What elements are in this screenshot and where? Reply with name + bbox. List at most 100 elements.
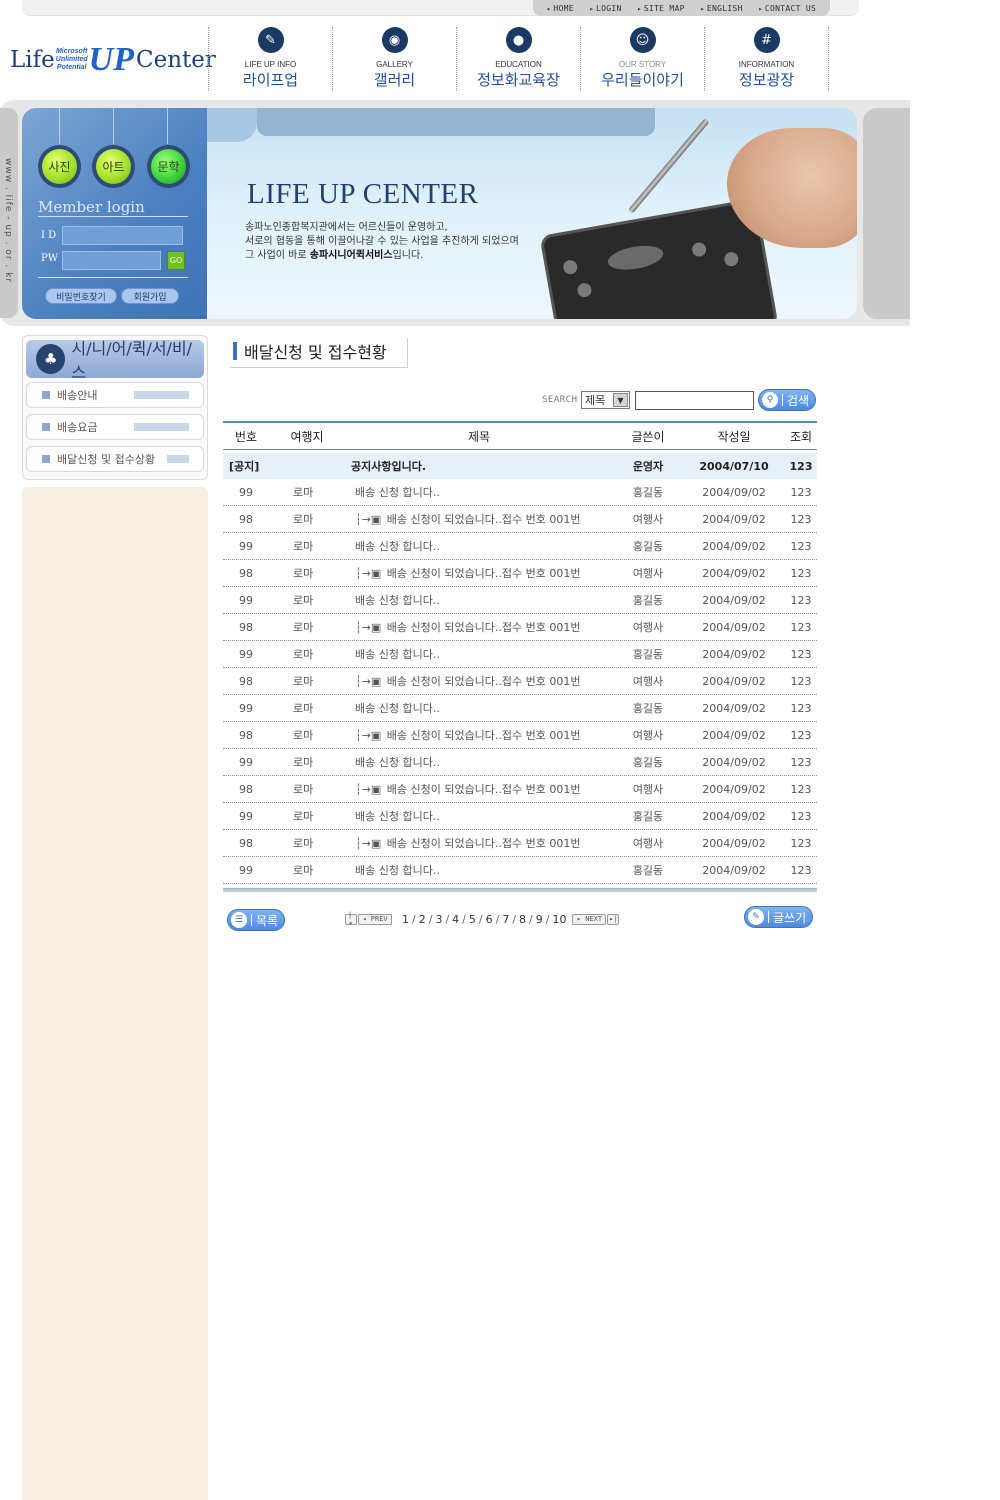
cell-title[interactable]: ┆→▣ 배송 신청이 되었습니다..접수 번호 001번 xyxy=(345,565,613,581)
last-page-icon[interactable]: ▸| xyxy=(607,913,620,925)
table-row[interactable]: 98 로마 ┆→▣ 배송 신청이 되었습니다..접수 번호 001번 여행사 2004/… xyxy=(223,668,817,695)
table-row[interactable]: 98 로마 ┆→▣ 배송 신청이 되었습니다..접수 번호 001번 여행사 2004/… xyxy=(223,614,817,641)
page-number-link[interactable]: 4 xyxy=(452,913,459,926)
table-row[interactable]: 99 로마 배송 신청 합니다.. 홍길동 2004/09/02 123 xyxy=(223,803,817,830)
cell-title[interactable]: 배송 신청 합니다.. xyxy=(345,646,613,662)
cell-title[interactable]: 배송 신청 합니다.. xyxy=(345,592,613,608)
art-button[interactable]: 아트 xyxy=(92,145,135,188)
cell-title[interactable]: 배송 신청 합니다.. xyxy=(345,700,613,716)
pagination: |◂ ◂ PREV 1/2/3/4/5/6/7/8/9/10 ▸ NEXT ▸| xyxy=(345,911,620,927)
table-row[interactable]: 98 로마 ┆→▣ 배송 신청이 되었습니다..접수 번호 001번 여행사 2004/… xyxy=(223,506,817,533)
cell-title[interactable]: 배송 신청 합니다.. xyxy=(345,754,613,770)
face-icon: ☺ xyxy=(629,27,656,53)
table-row[interactable]: 99 로마 배송 신청 합니다.. 홍길동 2004/09/02 123 xyxy=(223,695,817,722)
cell-date: 2004/09/02 xyxy=(702,620,766,634)
hero-tab xyxy=(257,108,655,136)
table-row[interactable]: 98 로마 ┆→▣ 배송 신청이 되었습니다..접수 번호 001번 여행사 2004/… xyxy=(223,722,817,749)
nav-lifeup[interactable]: ✎ LIFE UP INFO 라이프업 xyxy=(208,27,332,91)
id-input[interactable] xyxy=(62,226,183,245)
cell-destination: 로마 xyxy=(293,702,314,715)
nav-information[interactable]: # INFORMATION 정보광장 xyxy=(704,27,829,91)
cell-title[interactable]: 배송 신청 합니다.. xyxy=(345,862,613,878)
next-page-button[interactable]: ▸ NEXT xyxy=(572,913,607,925)
art-button-label: 아트 xyxy=(96,149,131,184)
find-password-button[interactable]: 비밀번호찾기 xyxy=(45,288,117,304)
col-writer: 글쓴이 xyxy=(631,429,665,444)
table-row[interactable]: 98 로마 ┆→▣ 배송 신청이 되었습니다..접수 번호 001번 여행사 2004/… xyxy=(223,830,817,857)
list-button[interactable]: ☰ 목록 xyxy=(227,909,285,931)
util-english-link[interactable]: ENGLISH xyxy=(700,4,743,13)
util-sitemap-link[interactable]: SITE MAP xyxy=(637,4,685,13)
table-row[interactable]: 99 로마 배송 신청 합니다.. 홍길동 2004/09/02 123 xyxy=(223,749,817,776)
cell-date: 2004/09/02 xyxy=(702,674,766,688)
search-field-select[interactable]: 제목 ▼ xyxy=(581,391,630,409)
nav-education[interactable]: ● EDUCATION 정보화교육장 xyxy=(456,27,580,91)
photo-button-label: 사진 xyxy=(42,149,77,184)
cell-number: 98 xyxy=(239,728,253,742)
table-row[interactable]: 99 로마 배송 신청 합니다.. 홍길동 2004/09/02 123 xyxy=(223,479,817,506)
join-button[interactable]: 회원가입 xyxy=(121,288,179,304)
table-row[interactable]: 99 로마 배송 신청 합니다.. 홍길동 2004/09/02 123 xyxy=(223,587,817,614)
cell-title[interactable]: 배송 신청 합니다.. xyxy=(345,808,613,824)
sidebar-item-delivery-fee[interactable]: 배송요금 xyxy=(26,414,204,440)
page-number-link[interactable]: 5 xyxy=(469,913,476,926)
table-row[interactable]: 99 로마 배송 신청 합니다.. 홍길동 2004/09/02 123 xyxy=(223,641,817,668)
hero-band xyxy=(207,108,257,142)
cell-number: 99 xyxy=(239,755,253,769)
cell-title[interactable]: ┆→▣ 배송 신청이 되었습니다..접수 번호 001번 xyxy=(345,835,613,851)
nav-gallery[interactable]: ◉ GALLERY 갤러리 xyxy=(332,27,456,91)
cell-title[interactable]: 배송 신청 합니다.. xyxy=(345,538,613,554)
notice-row[interactable]: [공지] 공지사항입니다. 운영자 2004/07/10 123 xyxy=(223,453,817,479)
page-number-link[interactable]: 9 xyxy=(536,913,543,926)
cell-title[interactable]: ┆→▣ 배송 신청이 되었습니다..접수 번호 001번 xyxy=(345,673,613,689)
table-row[interactable]: 98 로마 ┆→▣ 배송 신청이 되었습니다..접수 번호 001번 여행사 2004/… xyxy=(223,776,817,803)
photo-button[interactable]: 사진 xyxy=(38,145,81,188)
search-input[interactable] xyxy=(635,391,754,410)
site-logo[interactable]: Life Microsoft Unlimited Potential UP Ce… xyxy=(10,40,216,80)
col-views: 조회 xyxy=(789,429,813,444)
sidebar-item-delivery-status[interactable]: 배달신청 및 접수상황 xyxy=(26,446,204,472)
cell-writer: 홍길동 xyxy=(632,702,664,715)
page-number-link[interactable]: 2 xyxy=(419,913,426,926)
page-number-link[interactable]: 1 xyxy=(402,913,409,926)
cell-title[interactable]: ┆→▣ 배송 신청이 되었습니다..접수 번호 001번 xyxy=(345,511,613,527)
page-title: 배달신청 및 접수현황 xyxy=(244,343,387,362)
cell-title[interactable]: 배송 신청 합니다.. xyxy=(345,484,613,500)
nav-ourstory[interactable]: ☺ OUR STORY 우리들이야기 xyxy=(580,27,704,91)
cell-number: 99 xyxy=(239,485,253,499)
util-contact-link[interactable]: CONTACT US xyxy=(758,4,816,13)
cell-date: 2004/09/02 xyxy=(702,593,766,607)
prev-page-button[interactable]: ◂ PREV xyxy=(358,913,392,925)
write-button[interactable]: ✎ 글쓰기 xyxy=(744,906,813,928)
search-button[interactable]: ⚲ 검색 xyxy=(758,389,816,411)
cell-title[interactable]: ┆→▣ 배송 신청이 되었습니다..접수 번호 001번 xyxy=(345,727,613,743)
page-number-link[interactable]: 3 xyxy=(435,913,442,926)
board-rows: 99 로마 배송 신청 합니다.. 홍길동 2004/09/02 123 98 로마 ┆→▣ 배… xyxy=(223,479,817,884)
util-login-link[interactable]: LOGIN xyxy=(589,4,621,13)
page-number-link[interactable]: 7 xyxy=(502,913,509,926)
first-page-icon[interactable]: |◂ xyxy=(345,911,357,927)
cell-views: 123 xyxy=(790,539,812,553)
utility-nav: HOME LOGIN SITE MAP ENGLISH CONTACT US xyxy=(533,0,830,16)
page-number-link[interactable]: 6 xyxy=(486,913,493,926)
page-number-link[interactable]: 8 xyxy=(519,913,526,926)
login-go-button[interactable]: GO xyxy=(167,251,185,270)
page-number-link[interactable]: 10 xyxy=(552,913,566,926)
cell-destination: 로마 xyxy=(293,594,314,607)
cell-destination: 로마 xyxy=(293,756,314,769)
util-home-link[interactable]: HOME xyxy=(547,4,574,13)
cell-writer: 홍길동 xyxy=(632,756,664,769)
sidebar-item-delivery-guide[interactable]: 배송안내 xyxy=(26,382,204,408)
title-marker xyxy=(233,342,237,360)
cell-title[interactable]: ┆→▣ 배송 신청이 되었습니다..접수 번호 001번 xyxy=(345,781,613,797)
cell-number: 98 xyxy=(239,836,253,850)
pencil-icon: ✎ xyxy=(748,909,764,925)
cell-title[interactable]: ┆→▣ 배송 신청이 되었습니다..접수 번호 001번 xyxy=(345,619,613,635)
cell-views: 123 xyxy=(790,701,812,715)
table-row[interactable]: 99 로마 배송 신청 합니다.. 홍길동 2004/09/02 123 xyxy=(223,857,817,884)
literature-button[interactable]: 문학 xyxy=(147,145,190,188)
table-row[interactable]: 98 로마 ┆→▣ 배송 신청이 되었습니다..접수 번호 001번 여행사 2004/… xyxy=(223,560,817,587)
pw-input[interactable] xyxy=(62,251,161,270)
cell-views: 123 xyxy=(790,566,812,580)
table-row[interactable]: 99 로마 배송 신청 합니다.. 홍길동 2004/09/02 123 xyxy=(223,533,817,560)
